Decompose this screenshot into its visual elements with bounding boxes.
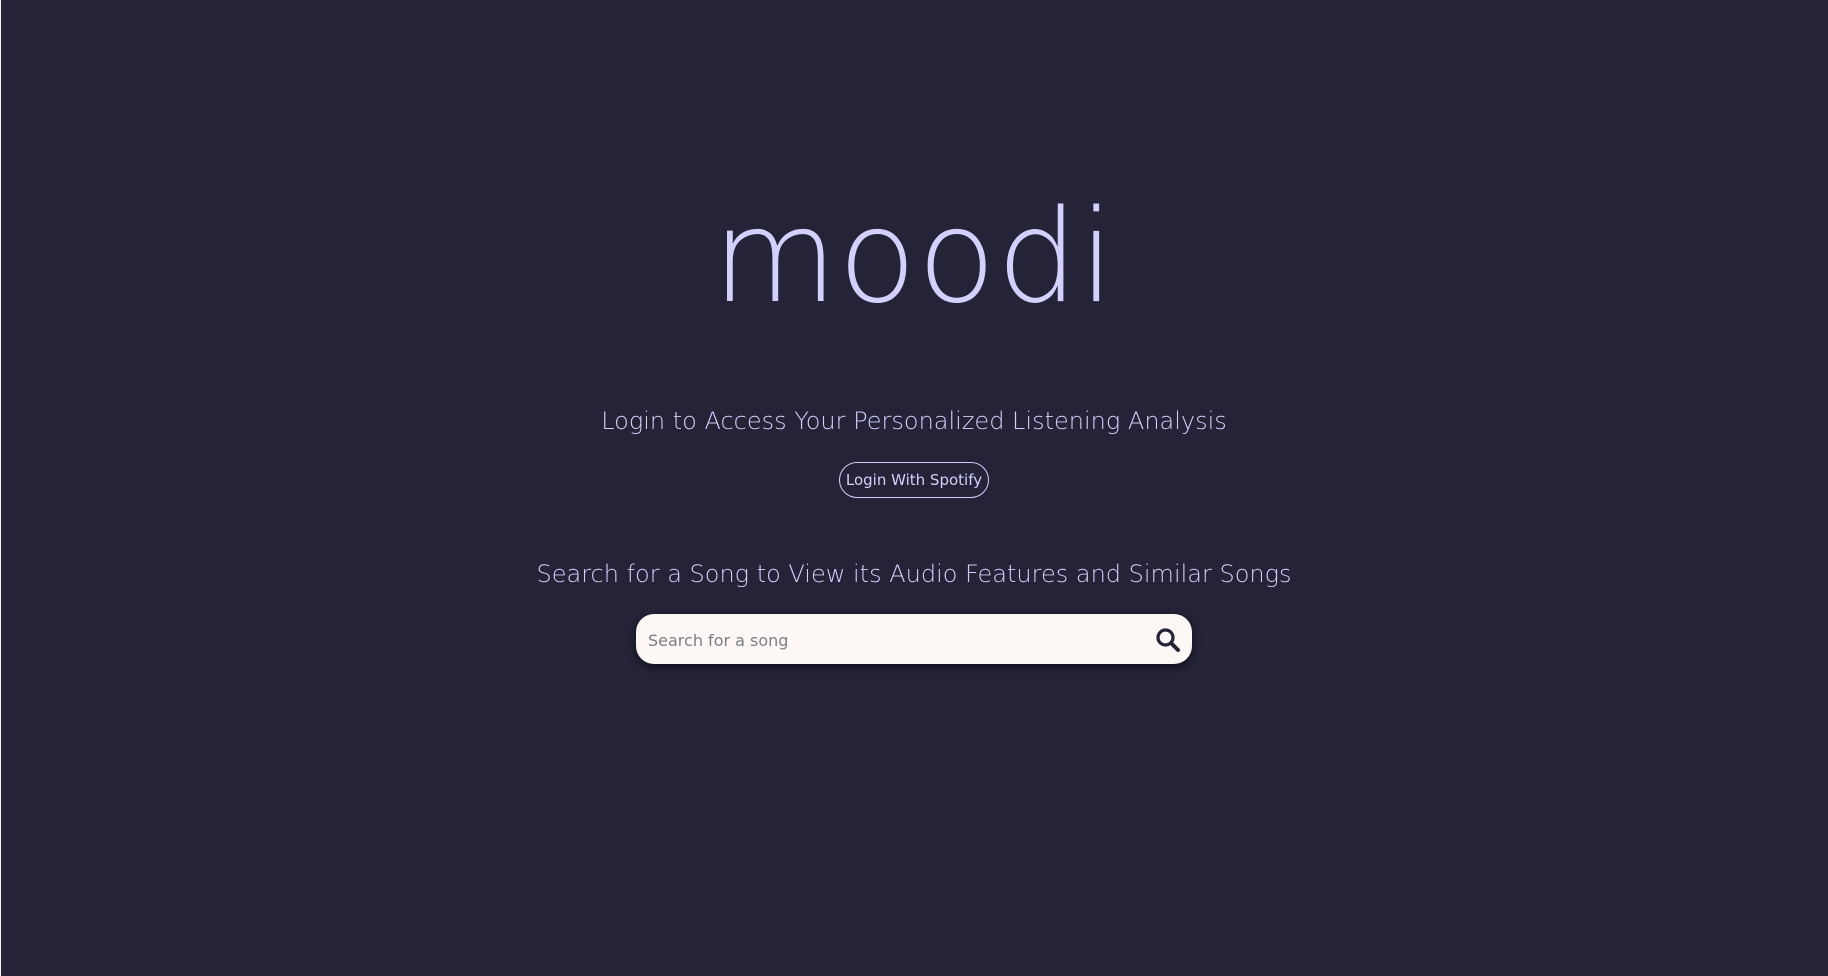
window-edge (0, 0, 1, 976)
search-heading: Search for a Song to View its Audio Feat… (536, 560, 1292, 588)
search-input[interactable] (646, 614, 1130, 666)
login-with-spotify-button[interactable]: Login With Spotify (839, 462, 989, 498)
page: { "logo": { "text": "moodi" }, "login": … (0, 0, 1828, 976)
search-icon (1156, 628, 1180, 652)
app-logo: moodi (712, 183, 1116, 332)
login-heading: Login to Access Your Personalized Listen… (601, 407, 1227, 435)
search-bar (636, 614, 1192, 666)
search-button[interactable] (1154, 626, 1182, 654)
